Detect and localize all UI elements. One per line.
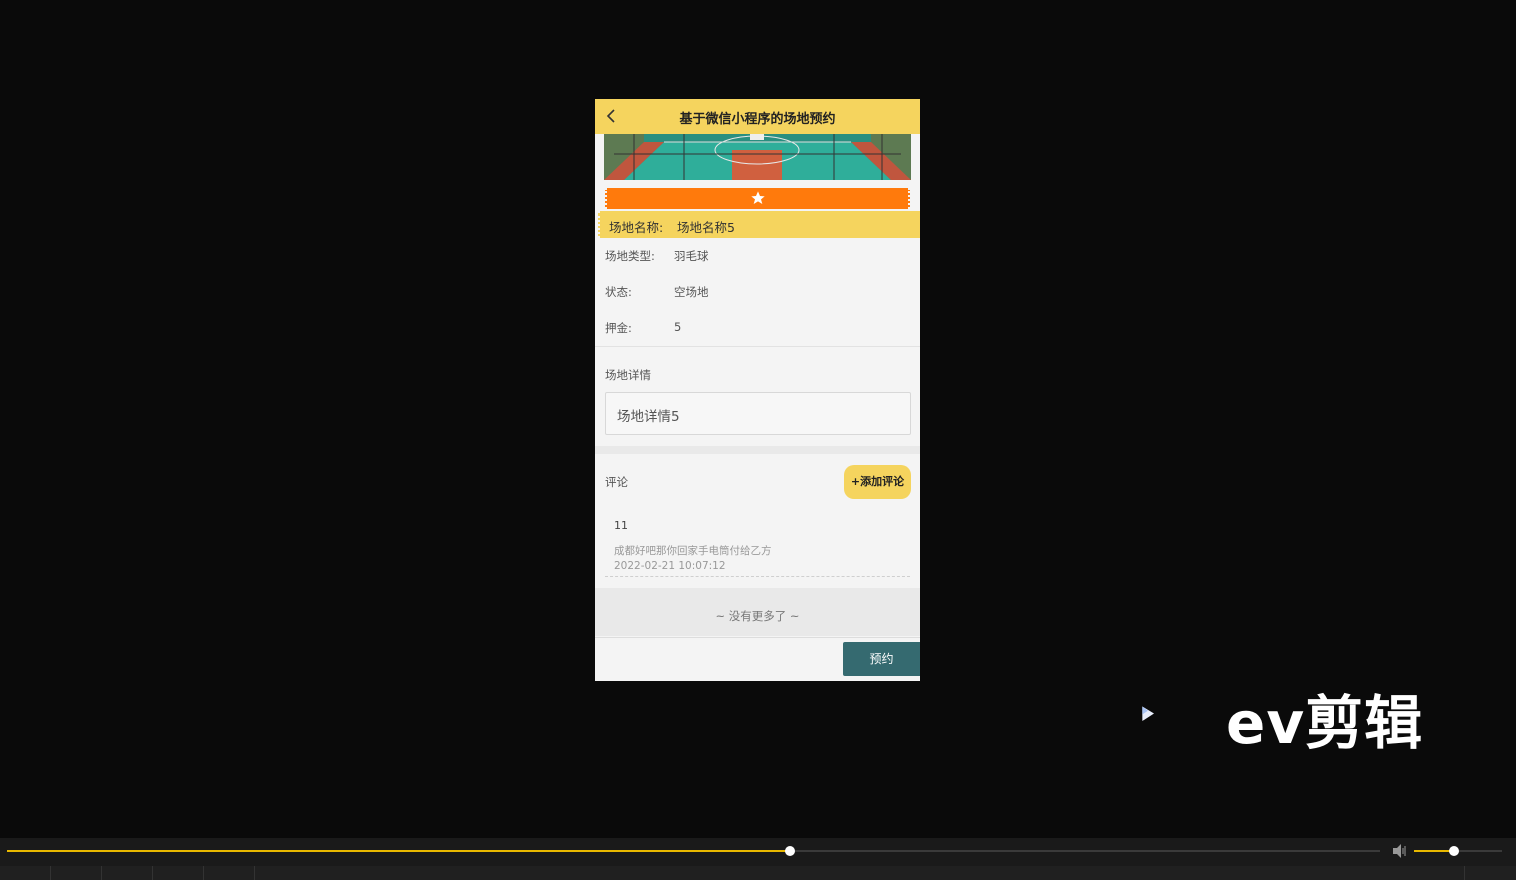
detail-content: 场地详情5: [617, 409, 680, 425]
divider: [595, 346, 920, 347]
comments-label: 评论: [605, 475, 628, 489]
volume-handle[interactable]: [1448, 846, 1459, 856]
strip-divider: [50, 866, 51, 880]
venue-deposit-label: 押金:: [605, 321, 632, 335]
progress-handle[interactable]: [784, 846, 795, 856]
strip-divider: [101, 866, 102, 880]
watermark-text: ev剪辑: [1226, 689, 1424, 757]
volume-fill: [1414, 850, 1454, 852]
strip-divider: [254, 866, 255, 880]
bottom-strip: [0, 866, 1516, 880]
volume-icon[interactable]: [1391, 843, 1409, 859]
footer-divider: [595, 637, 920, 638]
comment-text: 成都好吧那你回家手电筒付给乙方: [614, 545, 772, 557]
venue-type-value: 羽毛球: [674, 249, 709, 263]
progress-fill: [7, 850, 790, 852]
strip-divider: [1464, 866, 1465, 880]
comment-user: 11: [614, 519, 628, 532]
detail-box: 场地详情5: [605, 392, 911, 435]
page-title: 基于微信小程序的场地预约: [679, 112, 836, 127]
phone-screen: 基于微信小程序的场地预约 场地名称: 场地名称5 场地类型: 羽毛球 状态: 空…: [595, 99, 920, 681]
venue-name-label: 场地名称:: [609, 220, 664, 235]
book-button[interactable]: 预约: [843, 642, 920, 676]
progress-track[interactable]: [7, 850, 1380, 852]
nav-bar: 基于微信小程序的场地预约: [595, 99, 920, 134]
venue-status-value: 空场地: [674, 285, 709, 299]
comment-time: 2022-02-21 10:07:12: [614, 560, 726, 572]
venue-type-label: 场地类型:: [605, 249, 655, 263]
favorite-bar[interactable]: [605, 188, 910, 209]
detail-label: 场地详情: [605, 368, 651, 382]
comment-separator: [605, 576, 910, 577]
strip-divider: [152, 866, 153, 880]
venue-image: [604, 134, 911, 180]
ev-logo-icon: [1142, 706, 1154, 721]
venue-name-row: 场地名称: 场地名称5: [598, 211, 920, 238]
add-comment-button[interactable]: +添加评论: [844, 465, 911, 499]
venue-name-value: 场地名称5: [677, 220, 735, 235]
player-top-band: [0, 816, 1516, 838]
no-more-text: ~ 没有更多了 ~: [595, 588, 920, 636]
section-gap: [595, 446, 920, 454]
star-icon[interactable]: [750, 190, 766, 206]
venue-status-label: 状态:: [605, 285, 632, 299]
venue-deposit-value: 5: [674, 320, 682, 334]
strip-divider: [203, 866, 204, 880]
